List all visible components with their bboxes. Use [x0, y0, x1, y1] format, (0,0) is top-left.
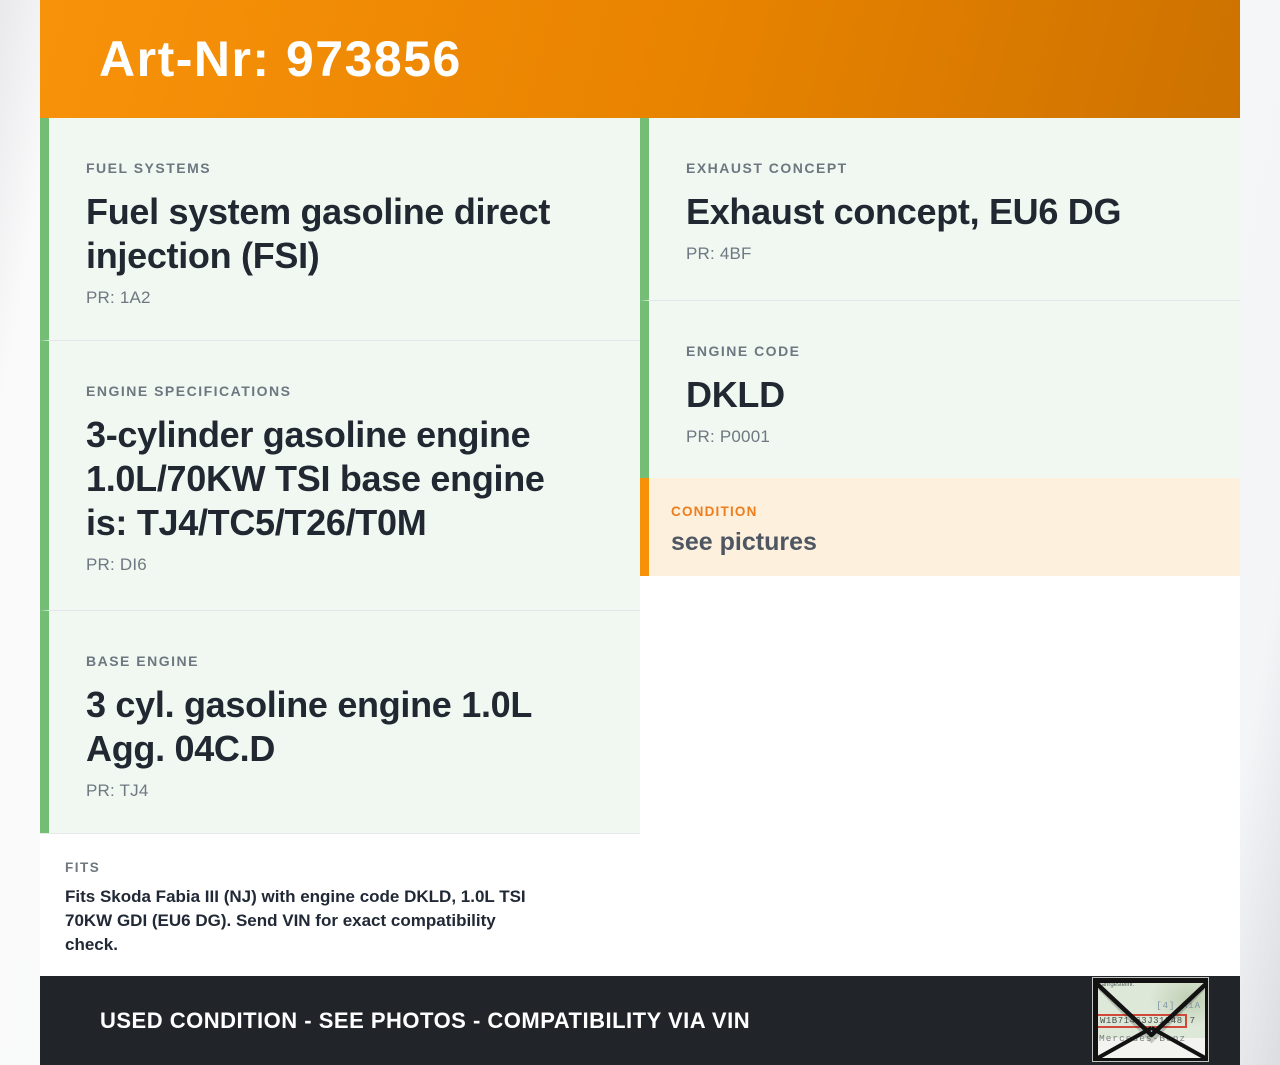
- right-column: EXHAUST CONCEPT Exhaust concept, EU6 DG …: [640, 118, 1240, 976]
- card-engine-code: ENGINE CODE DKLD PR: P0001: [640, 300, 1240, 478]
- card-label: EXHAUST CONCEPT: [686, 160, 848, 176]
- card-base-engine: BASE ENGINE 3 cyl. gasoline engine 1.0L …: [40, 610, 640, 833]
- fits-description: Fits Skoda Fabia III (NJ) with engine co…: [65, 887, 526, 954]
- card-title: 3-cylinder gasoline engine 1.0L/70KW TSI…: [86, 414, 545, 543]
- card-engine-specifications: ENGINE SPECIFICATIONS 3-cylinder gasolin…: [40, 340, 640, 610]
- pr-code: PR: P0001: [686, 427, 771, 446]
- left-column: FUEL SYSTEMS Fuel system gasoline direct…: [40, 118, 640, 976]
- card-exhaust-concept: EXHAUST CONCEPT Exhaust concept, EU6 DG …: [640, 118, 1240, 300]
- pr-code: PR: DI6: [86, 555, 147, 574]
- footer-banner: USED CONDITION - SEE PHOTOS - COMPATIBIL…: [40, 976, 1240, 1065]
- pr-code: PR: TJ4: [86, 781, 149, 800]
- card-label: FITS: [65, 860, 101, 875]
- registration-document-photo: Fahrgestellnr. [4] AiA W1B71463J31248 7 …: [1092, 977, 1209, 1062]
- card-title: Exhaust concept, EU6 DG: [686, 191, 1122, 232]
- spec-card-grid: FUEL SYSTEMS Fuel system gasoline direct…: [40, 118, 1240, 976]
- card-label: ENGINE CODE: [686, 343, 801, 359]
- card-title: 3 cyl. gasoline engine 1.0L Agg. 04C.D: [86, 684, 532, 769]
- pr-code: PR: 1A2: [86, 288, 151, 307]
- card-fits: FITS Fits Skoda Fabia III (NJ) with engi…: [40, 833, 640, 976]
- card-condition: CONDITION see pictures: [640, 478, 1240, 576]
- article-number-title: Art-Nr: 973856: [99, 31, 462, 87]
- listing-page: Art-Nr: 973856 FUEL SYSTEMS Fuel system …: [40, 0, 1240, 1065]
- article-header: Art-Nr: 973856: [40, 0, 1240, 118]
- card-label: FUEL SYSTEMS: [86, 160, 212, 176]
- card-label: CONDITION: [671, 504, 758, 519]
- empty-area: [640, 576, 1240, 976]
- card-fuel-systems: FUEL SYSTEMS Fuel system gasoline direct…: [40, 118, 640, 340]
- condition-value: see pictures: [671, 528, 817, 556]
- pr-code: PR: 4BF: [686, 244, 752, 263]
- card-label: BASE ENGINE: [86, 653, 199, 669]
- card-title: Fuel system gasoline direct injection (F…: [86, 191, 551, 276]
- envelope-icon: [1093, 978, 1208, 1061]
- engine-code-value: DKLD: [686, 374, 785, 415]
- footer-text: USED CONDITION - SEE PHOTOS - COMPATIBIL…: [100, 1007, 751, 1033]
- card-label: ENGINE SPECIFICATIONS: [86, 383, 292, 399]
